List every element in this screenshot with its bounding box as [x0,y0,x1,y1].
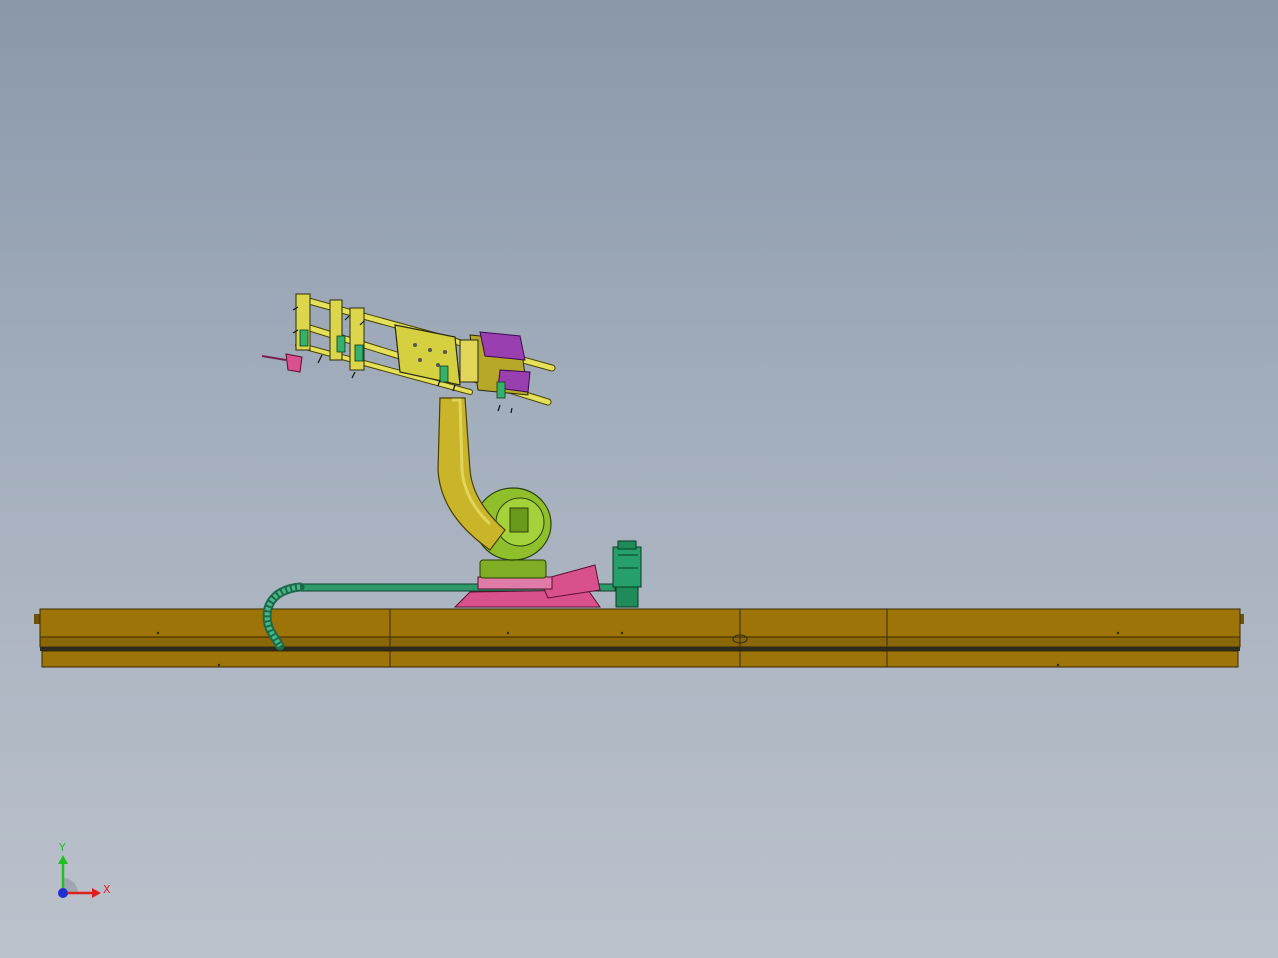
lower-arm-link [437,397,506,551]
y-axis-arrow [58,855,68,864]
cad-model-scene[interactable]: Y X [0,0,1278,958]
pink-tool-tip [261,353,303,373]
track-drive-motor[interactable] [612,540,642,608]
y-axis-label: Y [58,841,66,854]
motor-cap [617,540,637,550]
pedestal-plate [477,576,553,590]
robot-wrist [459,331,531,396]
linear-track-rail[interactable] [34,608,1244,668]
graphics-viewport[interactable]: Y X [0,0,1278,958]
coordinate-triad: Y X [58,841,111,898]
z-axis-dot [58,888,68,898]
shoulder-cover [509,507,529,533]
x-axis-arrow [92,888,101,898]
motor-body [612,546,642,588]
motor-gearbox [615,586,639,608]
rail-middle-strip [39,636,1241,648]
x-axis-label: X [103,883,111,896]
rail-upper-beam [39,608,1241,638]
end-of-arm-gripper[interactable] [261,293,556,414]
base-turntable [479,559,547,579]
robot-lower-arm[interactable] [437,397,506,551]
